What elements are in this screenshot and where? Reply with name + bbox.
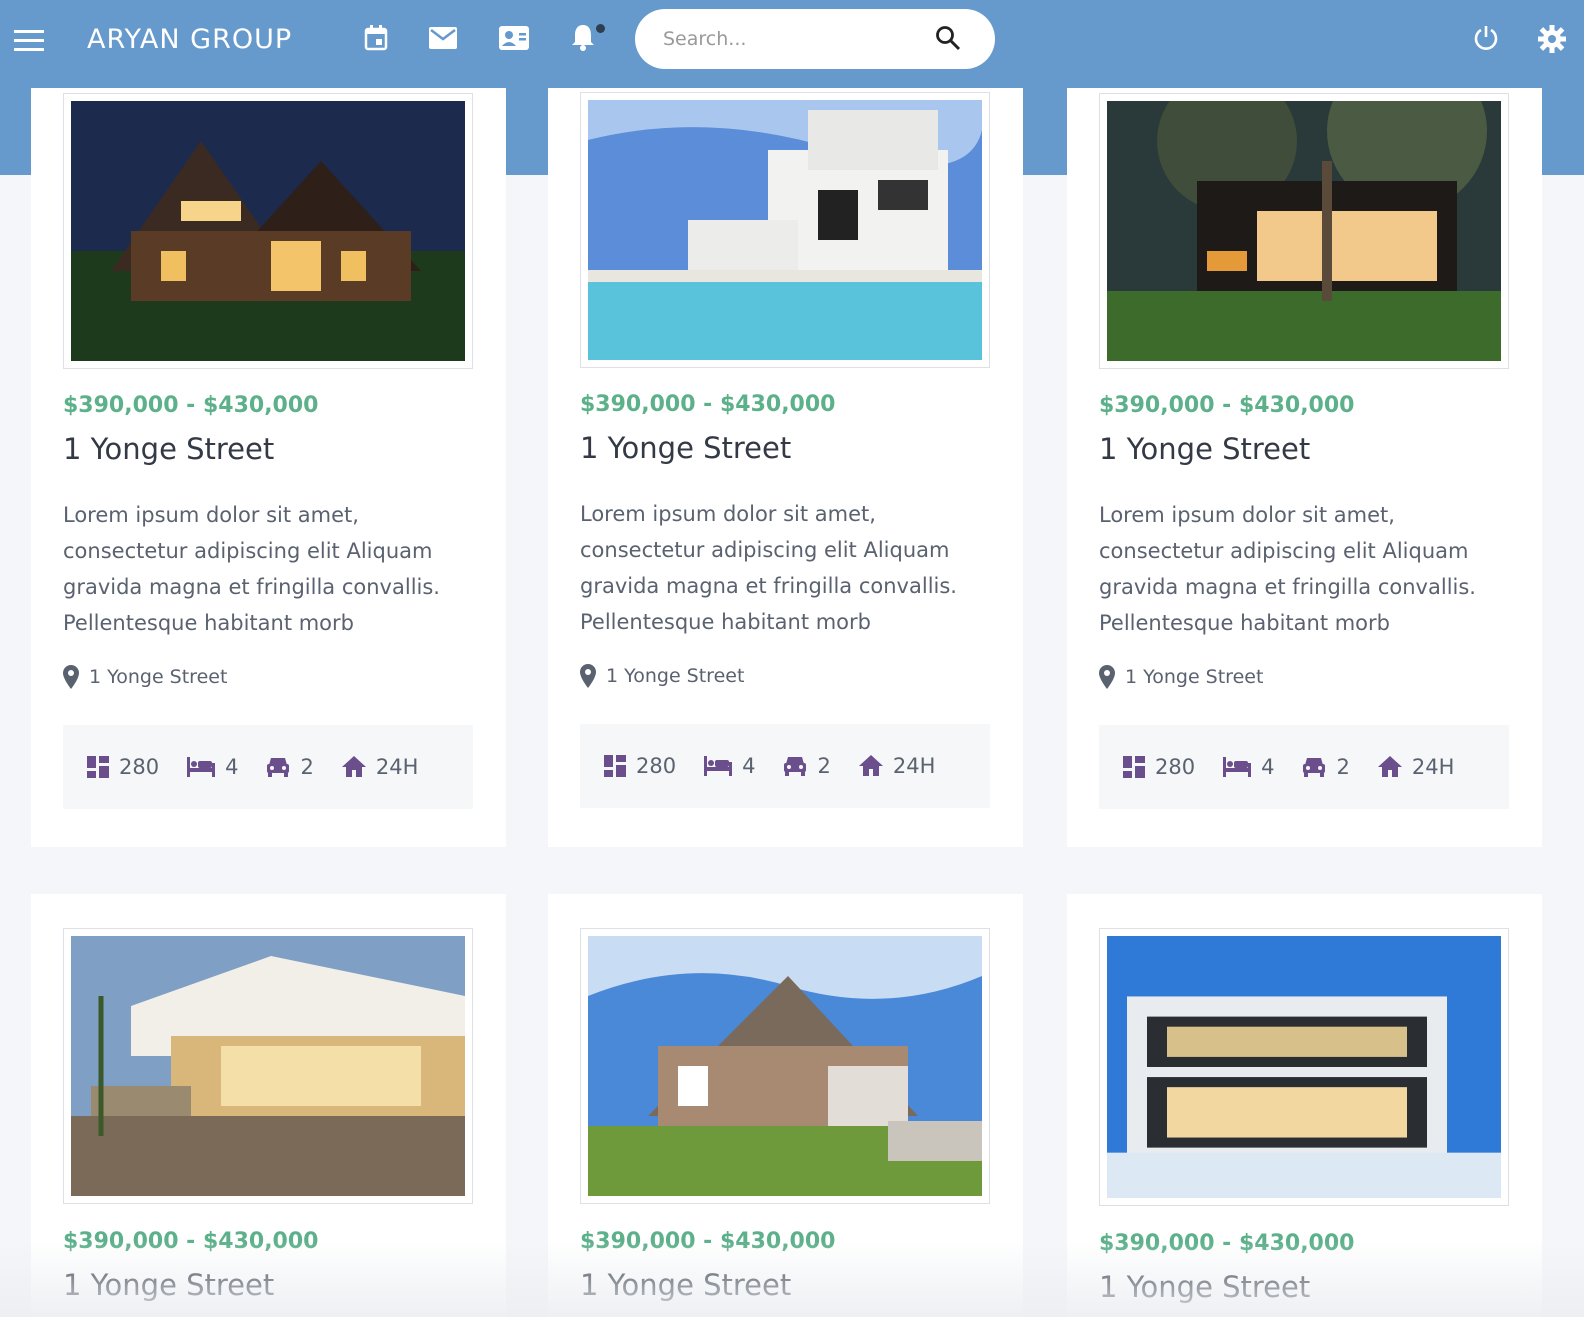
parking-value: 2: [1336, 755, 1350, 779]
listing-price: $390,000 - $430,000: [580, 392, 836, 417]
location-pin-icon: [1099, 665, 1115, 689]
listing-address: 1 Yonge Street: [1099, 665, 1263, 689]
listing-card[interactable]: $390,000 - $430,000 1 Yonge Street: [1067, 894, 1542, 1317]
search-input[interactable]: [663, 28, 933, 50]
area-value: 280: [1155, 755, 1196, 779]
stat-access: 24H: [1377, 755, 1455, 779]
top-app-bar: ARYAN GROUP: [0, 0, 1584, 88]
location-pin-icon: [63, 665, 79, 689]
search-bar[interactable]: [635, 9, 995, 69]
listing-stats: 280 4 2 24H: [63, 725, 473, 809]
bed-icon: [704, 756, 733, 776]
listing-photo[interactable]: [1099, 93, 1509, 369]
menu-icon[interactable]: [12, 24, 46, 58]
listing-card[interactable]: $390,000 - $430,000 1 Yonge Street Lorem…: [31, 87, 506, 847]
listing-price: $390,000 - $430,000: [580, 1229, 836, 1254]
car-icon: [267, 758, 290, 777]
access-value: 24H: [1411, 755, 1455, 779]
listing-title[interactable]: 1 Yonge Street: [580, 1268, 791, 1302]
address-text: 1 Yonge Street: [89, 666, 228, 688]
power-icon[interactable]: [1470, 22, 1502, 54]
bell-icon[interactable]: [566, 20, 600, 54]
address-text: 1 Yonge Street: [606, 665, 745, 687]
beds-value: 4: [225, 755, 239, 779]
stat-parking: 2: [783, 754, 831, 778]
listing-photo[interactable]: [1099, 928, 1509, 1206]
calendar-icon[interactable]: [360, 22, 392, 54]
search-icon[interactable]: [935, 25, 963, 53]
beds-value: 4: [1261, 755, 1275, 779]
stat-parking: 2: [1302, 755, 1350, 779]
home-icon: [341, 756, 366, 777]
area-icon: [1123, 756, 1145, 778]
listing-photo[interactable]: [63, 928, 473, 1204]
gear-icon[interactable]: [1535, 22, 1569, 56]
listing-title[interactable]: 1 Yonge Street: [1099, 432, 1310, 466]
listing-stats: 280 4 2 24H: [1099, 725, 1509, 809]
home-icon: [858, 755, 883, 776]
stat-beds: 4: [1223, 755, 1274, 779]
parking-value: 2: [300, 755, 314, 779]
listing-description: Lorem ipsum dolor sit amet, consectetur …: [1099, 503, 1476, 635]
bed-icon: [1223, 757, 1252, 777]
listing-price: $390,000 - $430,000: [63, 1229, 319, 1254]
contact-card-icon[interactable]: [497, 22, 531, 54]
listing-stats: 280 4 2 24H: [580, 724, 990, 808]
listing-price: $390,000 - $430,000: [1099, 1231, 1355, 1256]
listing-card[interactable]: $390,000 - $430,000 1 Yonge Street Lorem…: [548, 87, 1023, 847]
access-value: 24H: [375, 755, 419, 779]
listing-card[interactable]: $390,000 - $430,000 1 Yonge Street: [548, 894, 1023, 1317]
area-icon: [604, 755, 626, 777]
listing-title[interactable]: 1 Yonge Street: [63, 1268, 274, 1302]
listing-title[interactable]: 1 Yonge Street: [63, 432, 274, 466]
listing-card[interactable]: $390,000 - $430,000 1 Yonge Street: [31, 894, 506, 1317]
area-value: 280: [636, 754, 677, 778]
stat-area: 280: [1123, 755, 1195, 779]
stat-area: 280: [604, 754, 676, 778]
stat-access: 24H: [858, 754, 936, 778]
stat-parking: 2: [266, 755, 314, 779]
brand-title[interactable]: ARYAN GROUP: [87, 24, 292, 55]
stat-beds: 4: [187, 755, 238, 779]
listing-card[interactable]: $390,000 - $430,000 1 Yonge Street Lorem…: [1067, 87, 1542, 847]
listing-photo[interactable]: [63, 93, 473, 369]
area-value: 280: [119, 755, 160, 779]
listing-description: Lorem ipsum dolor sit amet, consectetur …: [63, 503, 440, 635]
bed-icon: [187, 757, 216, 777]
beds-value: 4: [742, 754, 756, 778]
location-pin-icon: [580, 664, 596, 688]
listing-price: $390,000 - $430,000: [63, 393, 319, 418]
car-icon: [784, 757, 807, 776]
listing-title[interactable]: 1 Yonge Street: [1099, 1270, 1310, 1304]
address-text: 1 Yonge Street: [1125, 666, 1264, 688]
car-icon: [1303, 758, 1326, 777]
listing-photo[interactable]: [580, 92, 990, 368]
home-icon: [1377, 756, 1402, 777]
access-value: 24H: [892, 754, 936, 778]
parking-value: 2: [817, 754, 831, 778]
stat-area: 280: [87, 755, 159, 779]
stat-beds: 4: [704, 754, 755, 778]
listing-address: 1 Yonge Street: [63, 665, 227, 689]
notification-dot: [596, 24, 605, 33]
listing-title[interactable]: 1 Yonge Street: [580, 431, 791, 465]
mail-icon[interactable]: [427, 22, 459, 54]
listing-address: 1 Yonge Street: [580, 664, 744, 688]
stat-access: 24H: [341, 755, 419, 779]
listing-photo[interactable]: [580, 928, 990, 1204]
listing-description: Lorem ipsum dolor sit amet, consectetur …: [580, 502, 957, 634]
area-icon: [87, 756, 109, 778]
listing-price: $390,000 - $430,000: [1099, 393, 1355, 418]
